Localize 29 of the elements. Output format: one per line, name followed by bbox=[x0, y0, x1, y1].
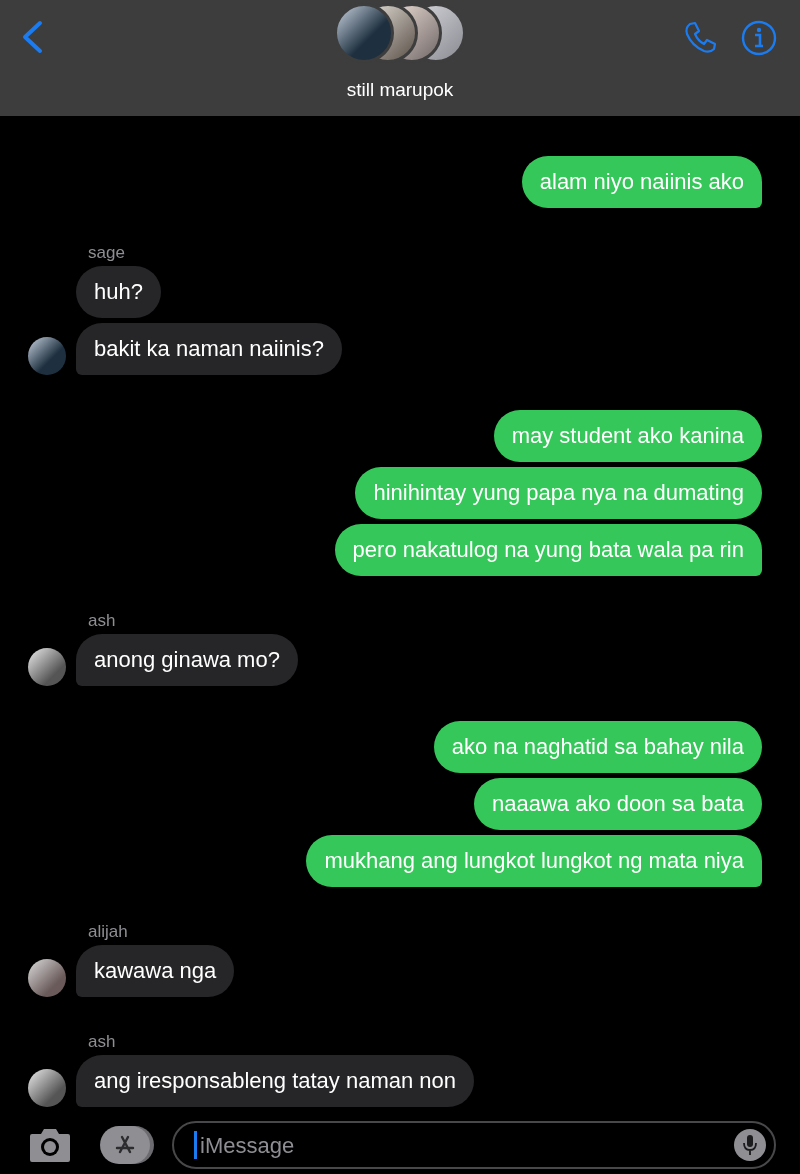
received-message: huh? bbox=[76, 266, 161, 318]
avatar bbox=[28, 959, 66, 997]
info-icon[interactable] bbox=[741, 20, 777, 56]
received-message: ang iresponsableng tatay naman non bbox=[76, 1055, 475, 1107]
sender-name: ash bbox=[88, 1032, 117, 1052]
message-field[interactable]: iMessage bbox=[172, 1121, 776, 1169]
sender-name: sage bbox=[88, 243, 126, 263]
avatar bbox=[28, 648, 66, 686]
microphone-icon[interactable] bbox=[742, 1134, 758, 1156]
sender-name: alijah bbox=[88, 922, 129, 942]
sent-message: naaawa ako doon sa bata bbox=[474, 778, 762, 830]
avatar bbox=[28, 1069, 66, 1107]
sent-message: may student ako kanina bbox=[493, 410, 762, 462]
apps-button[interactable] bbox=[100, 1126, 150, 1164]
message-field[interactable]: iMessage bbox=[198, 1127, 734, 1163]
camera-icon[interactable] bbox=[28, 1126, 72, 1164]
received-message: kawawa nga bbox=[76, 945, 235, 997]
received-message: bakit ka naman naiinis? bbox=[76, 323, 342, 375]
received-message: anong ginawa mo? bbox=[76, 634, 298, 686]
sent-message: mukhang ang lungkot lungkot ng mata niya bbox=[306, 835, 762, 887]
phone-icon[interactable] bbox=[682, 20, 718, 56]
sender-name: ash bbox=[88, 611, 117, 631]
sent-message: alam niyo naiinis ako bbox=[521, 156, 762, 208]
avatar bbox=[28, 337, 66, 375]
sent-message: hinihintay yung papa nya na dumating bbox=[355, 467, 762, 519]
app-store-icon bbox=[114, 1134, 136, 1156]
conversation-title[interactable]: still marupok bbox=[0, 76, 800, 105]
sent-message: pero nakatulog na yung bata wala pa rin bbox=[334, 524, 762, 576]
sent-message: ako na naghatid sa bahay nila bbox=[433, 721, 762, 773]
